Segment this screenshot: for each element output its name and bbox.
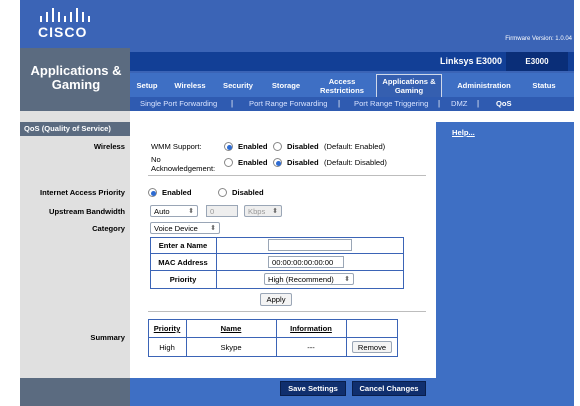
left-panel [20, 111, 130, 384]
wmm-enabled-radio[interactable] [224, 142, 233, 151]
mac-address-label: MAC Address [158, 258, 208, 267]
grid-line [346, 319, 347, 357]
subtab-separator: | [231, 99, 234, 108]
cancel-changes-button[interactable]: Cancel Changes [352, 381, 426, 396]
help-panel [436, 122, 574, 378]
left-footer [20, 378, 130, 406]
section-label-qos: QoS (Quality of Service) [20, 122, 130, 136]
enter-name-label: Enter a Name [158, 241, 208, 250]
tab-wireless[interactable]: Wireless [170, 76, 210, 94]
upstream-mode-select[interactable]: Auto [150, 205, 198, 217]
upstream-unit-select[interactable]: Kbps [244, 205, 282, 217]
iap-enabled-label: Enabled [162, 188, 192, 197]
divider [148, 175, 426, 176]
priority-select[interactable]: High (Recommend) [264, 273, 354, 285]
upstream-value-input[interactable]: 0 [206, 205, 238, 217]
noack-enabled-radio[interactable] [224, 158, 233, 167]
wmm-disabled-label: Disabled [287, 142, 319, 151]
tab-storage[interactable]: Storage [266, 76, 306, 94]
summary-header-name: Name [220, 324, 242, 333]
category-select[interactable]: Voice Device [150, 222, 220, 234]
grid-line [150, 270, 404, 271]
wmm-disabled-radio[interactable] [273, 142, 282, 151]
subtab-single-port-forwarding[interactable]: Single Port Forwarding [140, 97, 217, 111]
label-upstream-bandwidth: Upstream Bandwidth [49, 207, 125, 216]
wmm-support-label: WMM Support: [151, 142, 202, 151]
tab-status[interactable]: Status [524, 76, 564, 94]
subtab-dmz[interactable]: DMZ [451, 97, 467, 111]
subtab-separator: | [338, 99, 341, 108]
help-link[interactable]: Help... [452, 128, 475, 137]
summary-cell-information: --- [307, 343, 315, 352]
tab-setup[interactable]: Setup [132, 76, 162, 94]
subtab-port-range-triggering[interactable]: Port Range Triggering [354, 97, 428, 111]
save-settings-button[interactable]: Save Settings [280, 381, 346, 396]
page-title: Applications & Gaming [30, 63, 122, 92]
apply-button[interactable]: Apply [260, 293, 292, 306]
priority-label: Priority [169, 275, 197, 284]
label-wireless: Wireless [93, 142, 125, 151]
tab-applications-gaming[interactable]: Applications & Gaming [376, 74, 442, 97]
noack-default-note: (Default: Disabled) [324, 158, 387, 167]
subtab-separator: | [477, 99, 480, 108]
label-internet-access-priority: Internet Access Priority [40, 188, 125, 197]
summary-cell-priority: High [159, 343, 175, 352]
firmware-version: Firmware Version: 1.0.04 [505, 36, 572, 42]
model-code: E3000 [506, 52, 568, 71]
cisco-wordmark: CISCO [38, 24, 88, 40]
iap-disabled-label: Disabled [232, 188, 264, 197]
summary-header-priority: Priority [153, 324, 181, 333]
tab-access-restrictions[interactable]: Access Restrictions [314, 76, 370, 96]
grid-line [216, 237, 217, 289]
grid-line [150, 253, 404, 254]
noack-enabled-label: Enabled [238, 158, 268, 167]
subtab-qos[interactable]: QoS [496, 97, 512, 111]
no-ack-label: No Acknowledgement: [151, 155, 216, 173]
noack-disabled-radio[interactable] [273, 158, 282, 167]
iap-disabled-radio[interactable] [218, 188, 227, 197]
wmm-default-note: (Default: Enabled) [324, 142, 386, 151]
label-summary: Summary [90, 333, 125, 342]
label-category: Category [92, 224, 125, 233]
remove-button[interactable]: Remove [352, 341, 392, 353]
subtab-separator: | [438, 99, 441, 108]
model-name: Linksys E3000 [439, 56, 502, 66]
subtab-port-range-forwarding[interactable]: Port Range Forwarding [249, 97, 328, 111]
device-name-input[interactable] [268, 239, 352, 251]
divider [148, 311, 426, 312]
tab-administration[interactable]: Administration [450, 76, 518, 94]
summary-header-information: Information [290, 324, 332, 333]
iap-enabled-radio[interactable] [148, 188, 157, 197]
tab-security[interactable]: Security [218, 76, 258, 94]
noack-disabled-label: Disabled [287, 158, 319, 167]
wmm-enabled-label: Enabled [238, 142, 268, 151]
mac-address-input[interactable]: 00:00:00:00:00:00 [268, 256, 344, 268]
summary-cell-name: Skype [220, 343, 242, 352]
